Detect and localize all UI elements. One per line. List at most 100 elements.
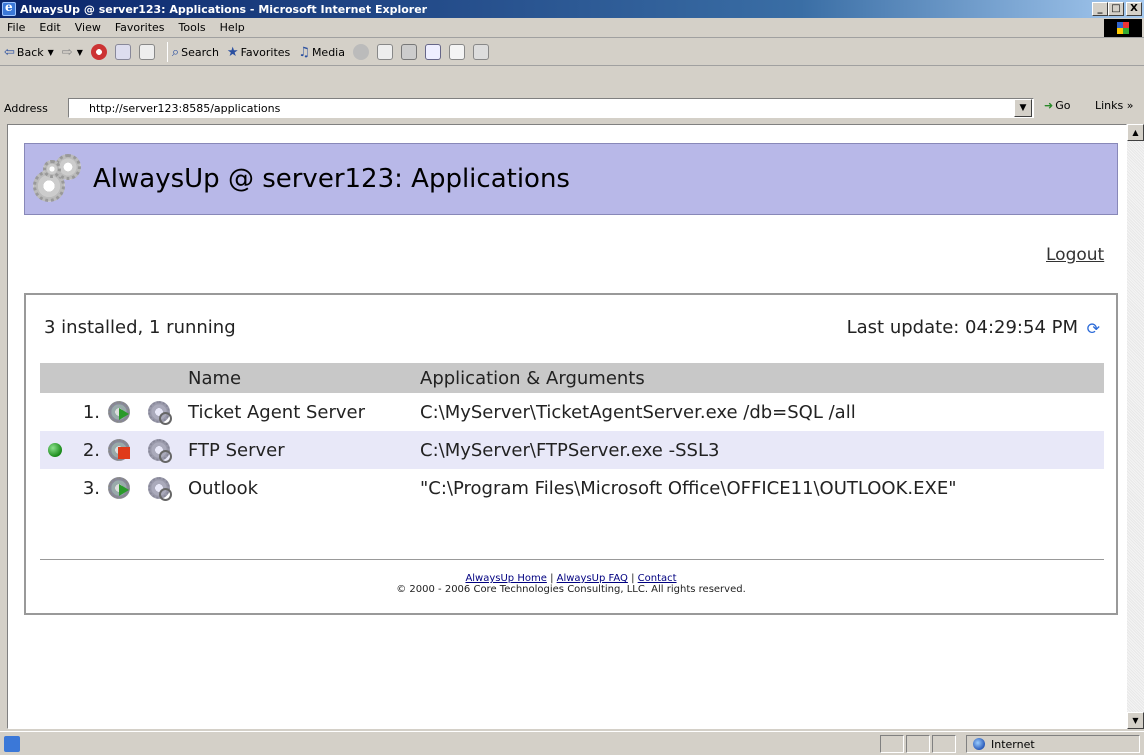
stop-icon[interactable]: [108, 439, 130, 461]
address-label: Address: [4, 101, 48, 115]
menu-help[interactable]: Help: [213, 21, 252, 34]
back-arrow-icon: ⇦: [4, 44, 15, 60]
menu-favorites[interactable]: Favorites: [108, 21, 172, 34]
discuss-icon[interactable]: [448, 44, 465, 60]
vertical-scrollbar[interactable]: ▲ ▼: [1127, 124, 1144, 729]
menu-bar: File Edit View Favorites Tools Help: [0, 18, 1144, 38]
settings-icon[interactable]: [148, 439, 172, 463]
menu-view[interactable]: View: [68, 21, 108, 34]
running-status-icon: [48, 443, 62, 457]
toolbar-separator: [166, 42, 168, 62]
back-label: Back: [16, 45, 44, 59]
security-zone: Internet: [966, 735, 1140, 753]
favorites-button[interactable]: ★ Favorites: [227, 45, 290, 60]
forward-arrow-icon: ⇨: [61, 44, 73, 60]
back-button[interactable]: ⇦ Back ▼: [4, 45, 54, 60]
logout-link[interactable]: Logout: [1046, 245, 1104, 265]
app-name[interactable]: Outlook: [188, 478, 258, 499]
maximize-button[interactable]: □: [1108, 2, 1124, 16]
page-header: AlwaysUp @ server123: Applications: [24, 143, 1118, 215]
app-command: C:\MyServer\TicketAgentServer.exe /db=SQ…: [420, 401, 856, 423]
footer-separator: |: [631, 573, 635, 584]
search-label: Search: [181, 45, 219, 59]
links-button[interactable]: Links »: [1095, 99, 1133, 112]
refresh-icon[interactable]: [114, 44, 131, 60]
edit-icon[interactable]: [424, 44, 441, 60]
minimize-button[interactable]: _: [1092, 2, 1108, 16]
address-dropdown-button[interactable]: ▼: [1014, 99, 1032, 117]
mail-icon[interactable]: [376, 44, 393, 60]
search-button[interactable]: ⌕ Search: [172, 45, 219, 60]
standard-toolbar: ⇦ Back ▼ ⇨ ▼ ⌕ Search ★ Favorites ♫ Medi…: [0, 39, 1144, 66]
media-label: Media: [311, 45, 345, 59]
start-icon[interactable]: [108, 477, 130, 499]
status-cell: [906, 735, 930, 753]
column-header-application: Application & Arguments: [420, 367, 645, 389]
footer-divider: [40, 559, 1104, 560]
refresh-icon[interactable]: ⟳: [1087, 319, 1100, 338]
page-title: AlwaysUp @ server123: Applications: [93, 164, 570, 194]
chevron-down-icon: ▼: [76, 47, 83, 57]
settings-icon[interactable]: [148, 401, 172, 425]
forward-button[interactable]: ⇨ ▼: [62, 45, 83, 60]
last-update-text: Last update: 04:29:54 PM: [846, 317, 1078, 338]
zone-label: Internet: [991, 737, 1035, 751]
favorites-icon: ★: [226, 44, 239, 60]
scroll-up-button[interactable]: ▲: [1127, 124, 1144, 141]
menu-file[interactable]: File: [0, 21, 32, 34]
footer-separator: |: [550, 573, 554, 584]
print-icon[interactable]: [400, 44, 417, 60]
address-url: http://server123:8585/applications: [89, 101, 281, 115]
windows-logo-icon: [1104, 19, 1142, 37]
settings-icon[interactable]: [148, 477, 172, 501]
footer-contact-link[interactable]: Contact: [638, 573, 677, 584]
status-cell: [932, 735, 956, 753]
address-input[interactable]: http://server123:8585/applications: [68, 98, 1034, 118]
status-summary: 3 installed, 1 running: [44, 317, 236, 338]
row-number: 2.: [82, 439, 100, 461]
search-icon: ⌕: [171, 44, 180, 60]
window-title-bar[interactable]: AlwaysUp @ server123: Applications - Mic…: [0, 0, 1144, 18]
media-icon: ♫: [298, 44, 310, 60]
table-header: Name Application & Arguments: [40, 363, 1104, 393]
history-icon[interactable]: [352, 44, 369, 60]
globe-icon: [973, 738, 985, 750]
address-bar: Address http://server123:8585/applicatio…: [0, 95, 1144, 121]
footer-home-link[interactable]: AlwaysUp Home: [465, 573, 546, 584]
start-icon[interactable]: [108, 401, 130, 423]
app-command: "C:\Program Files\Microsoft Office\OFFIC…: [420, 477, 957, 499]
gears-logo-icon: [33, 152, 87, 206]
scroll-down-button[interactable]: ▼: [1127, 712, 1144, 729]
status-bar: Internet: [0, 731, 1144, 755]
copyright-text: © 2000 - 2006 Core Technologies Consulti…: [396, 584, 746, 595]
messenger-icon[interactable]: [472, 44, 489, 60]
footer-faq-link[interactable]: AlwaysUp FAQ: [557, 573, 628, 584]
go-label: Go: [1055, 99, 1071, 112]
column-header-name: Name: [188, 367, 242, 389]
go-arrow-icon: ➜: [1044, 99, 1054, 112]
page-footer: AlwaysUp Home | AlwaysUp FAQ | Contact ©…: [26, 573, 1116, 595]
close-button[interactable]: X: [1126, 2, 1142, 16]
stop-icon[interactable]: [90, 44, 107, 60]
window-controls: _ □ X: [1092, 2, 1142, 16]
app-name[interactable]: Ticket Agent Server: [188, 402, 365, 423]
media-button[interactable]: ♫ Media: [298, 45, 345, 60]
page-viewport: AlwaysUp @ server123: Applications Logou…: [7, 124, 1127, 729]
status-cell: [880, 735, 904, 753]
ie-icon: [2, 0, 16, 16]
chevron-down-icon: ▼: [47, 47, 54, 57]
row-number: 3.: [82, 477, 100, 499]
applications-panel: 3 installed, 1 running Last update: 04:2…: [24, 293, 1118, 615]
footer-links: AlwaysUp Home | AlwaysUp FAQ | Contact: [26, 573, 1116, 584]
app-name[interactable]: FTP Server: [188, 440, 285, 461]
home-icon[interactable]: [138, 44, 155, 60]
row-number: 1.: [82, 401, 100, 423]
table-row: 2. FTP Server C:\MyServer\FTPServer.exe …: [40, 431, 1104, 469]
go-button[interactable]: ➜ Go: [1044, 99, 1070, 112]
menu-edit[interactable]: Edit: [32, 21, 67, 34]
window-title: AlwaysUp @ server123: Applications - Mic…: [20, 2, 428, 16]
menu-tools[interactable]: Tools: [172, 21, 213, 34]
favorites-label: Favorites: [240, 45, 291, 59]
table-row: 3. Outlook "C:\Program Files\Microsoft O…: [40, 469, 1104, 507]
table-row: 1. Ticket Agent Server C:\MyServer\Ticke…: [40, 393, 1104, 431]
